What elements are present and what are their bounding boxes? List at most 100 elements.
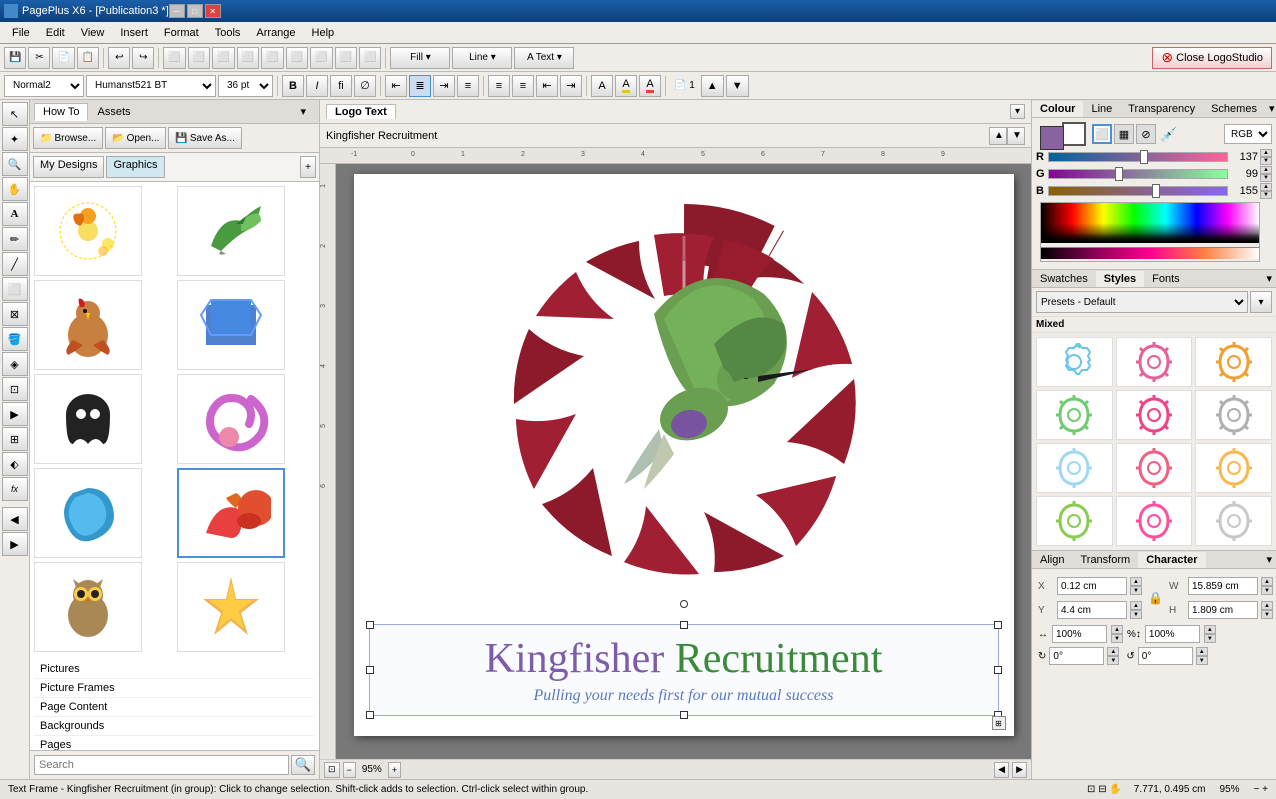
sh-down[interactable]: ▼: [1204, 634, 1216, 643]
list-picture-frames[interactable]: Picture Frames: [34, 679, 315, 698]
asset-bird1[interactable]: [34, 186, 142, 276]
canvas-scroll[interactable]: 1 2 3 4 5 6: [320, 164, 1031, 759]
presets-select[interactable]: Presets - Default: [1036, 291, 1248, 313]
eyedropper-btn[interactable]: 💉: [1158, 124, 1179, 145]
close-btn[interactable]: ✕: [205, 4, 221, 18]
next-page-btn[interactable]: ▶: [1012, 762, 1027, 778]
swatch-gray-gear[interactable]: [1195, 390, 1272, 440]
prev-btn[interactable]: ◀: [2, 507, 28, 531]
content-scroll-dn[interactable]: ▼: [1007, 127, 1025, 145]
page-up-btn[interactable]: ▲: [701, 75, 724, 97]
fx-tool[interactable]: fx: [2, 477, 28, 501]
list-backgrounds[interactable]: Backgrounds: [34, 717, 315, 736]
handle-mr[interactable]: [994, 666, 1002, 674]
italic-btn[interactable]: I: [306, 75, 328, 97]
b-slider[interactable]: [1048, 186, 1228, 196]
fill-tool[interactable]: 🪣: [2, 327, 28, 351]
w-down[interactable]: ▼: [1261, 586, 1273, 595]
swatch-green-gear[interactable]: [1036, 390, 1113, 440]
color-model-select[interactable]: RGB: [1224, 124, 1272, 144]
prev-page-btn[interactable]: ◀: [994, 762, 1009, 778]
font-name-select[interactable]: Humanst521 BT: [86, 75, 216, 97]
browse-btn[interactable]: 📁 Browse...: [33, 127, 103, 149]
tab-colour[interactable]: Colour: [1032, 101, 1083, 117]
maximize-btn[interactable]: □: [187, 4, 203, 18]
g-up[interactable]: ▲: [1260, 166, 1272, 174]
tab-line[interactable]: Line: [1083, 101, 1120, 117]
tb7[interactable]: ⬜: [310, 47, 332, 69]
panel-menu-icon[interactable]: ▾: [291, 102, 315, 121]
asset-blob[interactable]: [34, 468, 142, 558]
pencil-tool[interactable]: ✏: [2, 227, 28, 251]
align-right-btn[interactable]: ⇥: [433, 75, 455, 97]
r-slider[interactable]: [1048, 152, 1228, 162]
rot2-up[interactable]: ▲: [1196, 647, 1208, 656]
menu-insert[interactable]: Insert: [112, 25, 156, 41]
font-size-select[interactable]: 36 pt: [218, 75, 273, 97]
atc-menu[interactable]: ▾: [1262, 551, 1276, 568]
tab-styles[interactable]: Styles: [1096, 271, 1144, 287]
solid-fill-btn[interactable]: ⬜: [1092, 124, 1112, 144]
expand-btn[interactable]: ▶: [2, 402, 28, 426]
tab-assets[interactable]: Assets: [88, 103, 139, 121]
tb4[interactable]: ⬜: [237, 47, 259, 69]
color-panel-menu[interactable]: ▾: [1265, 100, 1276, 117]
envelope-tool[interactable]: ⬖: [2, 452, 28, 476]
menu-view[interactable]: View: [73, 25, 113, 41]
fi-btn[interactable]: fi: [330, 75, 352, 97]
tb6[interactable]: ⬜: [286, 47, 308, 69]
outdent-btn[interactable]: ⇤: [536, 75, 558, 97]
text-color-btn[interactable]: A: [615, 75, 637, 97]
highlight-btn[interactable]: A: [639, 75, 661, 97]
swatch-hotpink-gear[interactable]: [1116, 390, 1193, 440]
handle-bm[interactable]: [680, 711, 688, 719]
rotate-handle[interactable]: [680, 600, 688, 608]
asset-bird2[interactable]: [177, 186, 285, 276]
w-up[interactable]: ▲: [1261, 577, 1273, 586]
fill-btn[interactable]: Fill ▾: [390, 47, 450, 69]
tab-transform[interactable]: Transform: [1072, 552, 1138, 568]
add-btn[interactable]: +: [300, 156, 316, 178]
y-up[interactable]: ▲: [1130, 601, 1142, 610]
color-picker[interactable]: [1040, 202, 1260, 262]
sw-up[interactable]: ▲: [1111, 625, 1123, 634]
sh-up[interactable]: ▲: [1204, 625, 1216, 634]
tab-character[interactable]: Character: [1138, 552, 1205, 568]
tab-schemes[interactable]: Schemes: [1203, 101, 1265, 117]
swatch-orange-gear[interactable]: [1195, 337, 1272, 387]
asset-rooster[interactable]: [34, 280, 142, 370]
crop-tool[interactable]: ⊠: [2, 302, 28, 326]
menu-tools[interactable]: Tools: [207, 25, 249, 41]
line-btn[interactable]: Line ▾: [452, 47, 512, 69]
search-input[interactable]: [34, 755, 289, 775]
text-tool[interactable]: A: [2, 202, 28, 226]
asset-logo[interactable]: [177, 280, 285, 370]
tb8[interactable]: ⬜: [335, 47, 357, 69]
tab-howto[interactable]: How To: [34, 103, 88, 121]
asset-star[interactable]: [177, 562, 285, 652]
w-input[interactable]: [1188, 577, 1258, 595]
line-tool[interactable]: ╱: [2, 252, 28, 276]
g-slider[interactable]: [1048, 169, 1228, 179]
handle-tr[interactable]: [994, 621, 1002, 629]
menu-arrange[interactable]: Arrange: [248, 25, 303, 41]
redo-btn[interactable]: ↪: [132, 47, 154, 69]
justify-btn[interactable]: ≡: [457, 75, 479, 97]
stroke-color-swatch[interactable]: [1062, 122, 1086, 146]
tb3[interactable]: ⬜: [212, 47, 234, 69]
fill-color-swatch[interactable]: [1040, 126, 1064, 150]
open-btn[interactable]: 📂 Open...: [105, 127, 166, 149]
sw-menu[interactable]: ▾: [1262, 270, 1276, 287]
rot-up[interactable]: ▲: [1107, 647, 1119, 656]
minimize-btn[interactable]: ─: [169, 4, 185, 18]
scale-w-input[interactable]: [1052, 625, 1107, 643]
asset-owl[interactable]: [34, 562, 142, 652]
tb1[interactable]: ⬜: [163, 47, 185, 69]
swatch-lime-gear[interactable]: [1036, 496, 1113, 546]
bullet-btn[interactable]: ≡: [488, 75, 510, 97]
asset-ghost[interactable]: [34, 374, 142, 464]
indent-btn[interactable]: ⇥: [560, 75, 582, 97]
grad-fill-btn[interactable]: ▦: [1114, 124, 1134, 144]
asset-swirl[interactable]: [177, 374, 285, 464]
r-down[interactable]: ▼: [1260, 157, 1272, 165]
